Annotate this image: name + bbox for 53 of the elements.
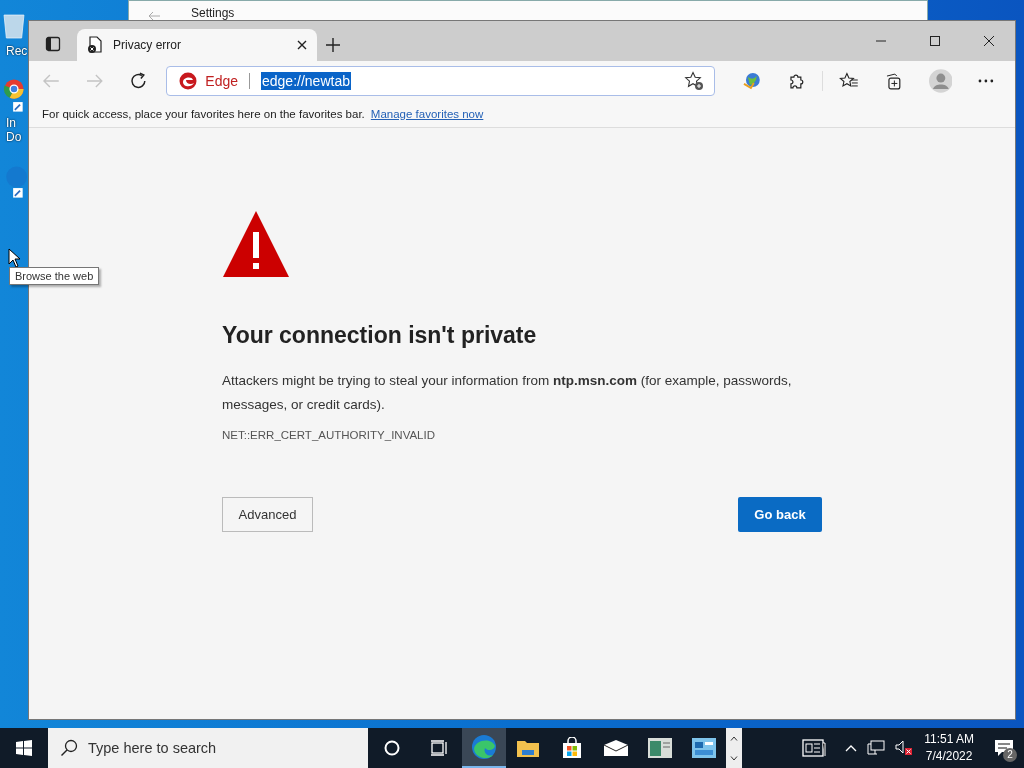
- folder-icon: [516, 738, 540, 758]
- network-icon[interactable]: [867, 740, 886, 756]
- maximize-icon[interactable]: [929, 35, 941, 47]
- add-favorite-icon[interactable]: [684, 71, 705, 91]
- tab-actions-icon[interactable]: [45, 36, 61, 52]
- profile-avatar[interactable]: [928, 69, 953, 93]
- page-error-icon: [87, 36, 103, 54]
- clock-date[interactable]: 7/4/2022: [925, 748, 973, 765]
- start-icon[interactable]: [16, 740, 32, 756]
- scroll-down-icon[interactable]: [730, 755, 738, 761]
- advanced-button[interactable]: Advanced: [222, 497, 313, 532]
- error-message: Attackers might be trying to steal your information from ntp.msn.com (for example, passwords, messages, or credit cards).: [222, 372, 793, 414]
- close-icon[interactable]: [297, 40, 307, 50]
- icon-label: Do: [6, 130, 22, 144]
- manage-favorites-link[interactable]: Manage favorites now: [370, 108, 484, 120]
- volume-muted-icon[interactable]: [895, 740, 914, 756]
- more-icon[interactable]: [978, 79, 994, 83]
- warning-icon: [222, 210, 290, 278]
- extensions-icon[interactable]: [788, 72, 806, 90]
- refresh-icon[interactable]: [129, 72, 148, 90]
- window-title: Settings: [191, 6, 235, 20]
- new-tab-icon[interactable]: [325, 37, 341, 53]
- tooltip: Browse the web: [9, 267, 100, 285]
- address-bar[interactable]: Edge edge://newtab: [166, 66, 716, 96]
- go-back-button[interactable]: Go back: [738, 497, 822, 532]
- favorites-icon[interactable]: [839, 72, 859, 90]
- notification-count: 2: [1003, 748, 1017, 762]
- error-title: Your connection isn't private: [222, 322, 537, 349]
- task-view-icon[interactable]: [430, 739, 448, 757]
- scroll-up-icon[interactable]: [730, 735, 738, 741]
- icon-label: In: [6, 116, 16, 130]
- icon-label: Rec: [6, 44, 28, 58]
- clock-time[interactable]: 11:51 AM: [924, 731, 974, 748]
- taskbar-search-field[interactable]: Type here to search: [48, 728, 368, 768]
- notification-button[interactable]: 2: [984, 728, 1024, 768]
- cortana-icon[interactable]: [384, 740, 400, 756]
- error-code: NET::ERR_CERT_AUTHORITY_INVALID: [222, 429, 435, 441]
- url-text: edge://newtab: [261, 72, 351, 90]
- browser-tab[interactable]: Privacy error: [77, 29, 317, 61]
- globe-extension-icon[interactable]: [742, 71, 763, 91]
- news-icon[interactable]: [802, 739, 827, 757]
- site-label: Edge: [205, 73, 238, 89]
- close-icon[interactable]: [983, 35, 995, 47]
- edge-logo-icon: [179, 72, 198, 90]
- chevron-up-icon[interactable]: [845, 744, 858, 752]
- favorites-bar-message: For quick access, place your favorites here on the favorites bar.: [42, 108, 365, 120]
- collections-icon[interactable]: [884, 72, 903, 90]
- search-icon: [60, 739, 78, 757]
- mail-icon: [603, 739, 629, 757]
- monitor-app-icon: [692, 738, 716, 758]
- window-app-icon: [648, 738, 672, 758]
- store-icon: [561, 737, 583, 759]
- cursor-icon: [8, 248, 20, 268]
